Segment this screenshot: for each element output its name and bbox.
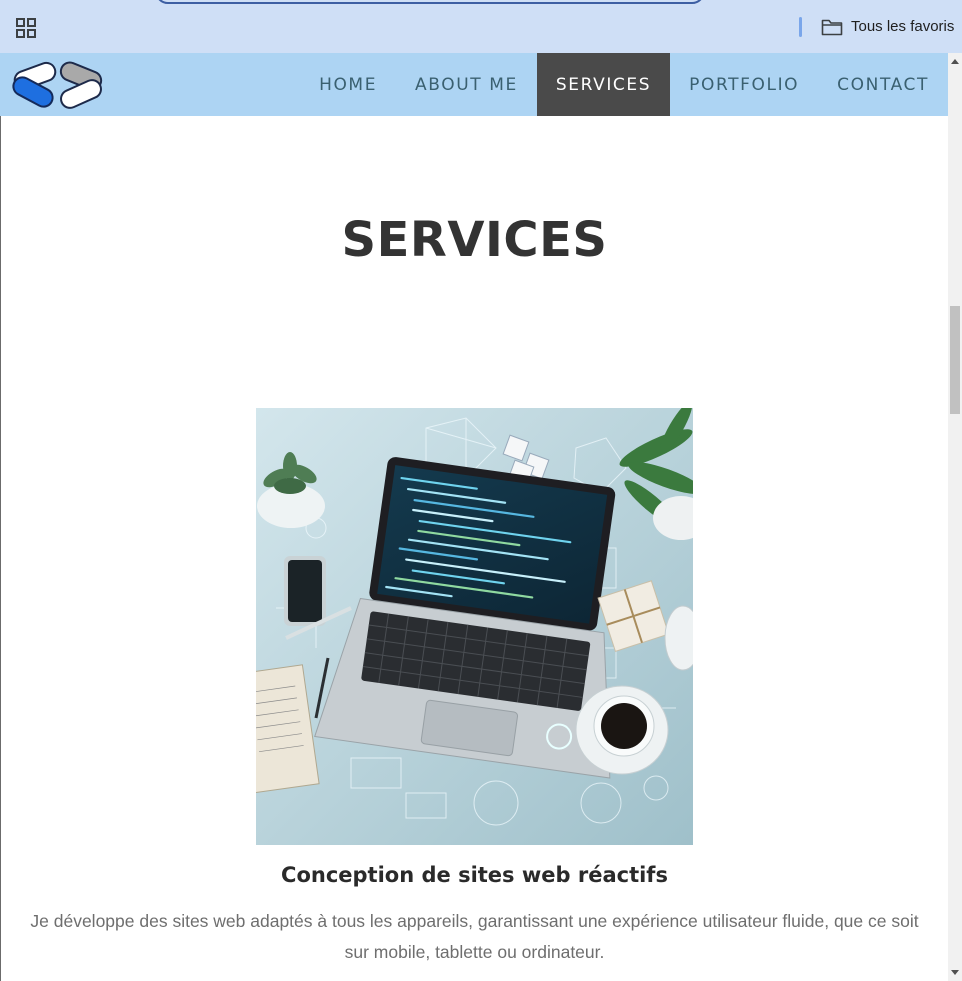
main-content: SERVICES Conception de sites web réactif… (1, 116, 948, 981)
nav-about-me[interactable]: ABOUT ME (396, 53, 537, 116)
service-image (256, 408, 693, 845)
page-scrollbar[interactable] (948, 53, 962, 981)
site-header: HOME ABOUT ME SERVICES PORTFOLIO CONTACT (0, 53, 948, 116)
main-nav: HOME ABOUT ME SERVICES PORTFOLIO CONTACT (300, 53, 948, 116)
nav-contact[interactable]: CONTACT (818, 53, 948, 116)
scrollbar-thumb[interactable] (950, 306, 960, 414)
nav-services[interactable]: SERVICES (536, 53, 671, 116)
service-description: Je développe des sites web adaptés à tou… (30, 911, 919, 962)
bookmarks-folder-label[interactable]: Tous les favoris (851, 18, 954, 35)
logo-icon[interactable] (10, 61, 108, 109)
nav-portfolio[interactable]: PORTFOLIO (670, 53, 818, 116)
service-title: Conception de sites web réactifs (281, 863, 668, 887)
apps-grid-icon[interactable] (16, 18, 36, 38)
bookmarks-bar: Tous les favoris (0, 0, 962, 53)
folder-icon[interactable] (821, 18, 843, 36)
bookmarks-separator (799, 17, 802, 37)
nav-home[interactable]: HOME (300, 53, 396, 116)
scroll-up-arrow-icon[interactable] (951, 59, 959, 64)
scroll-down-arrow-icon[interactable] (951, 970, 959, 975)
address-bar[interactable] (155, 0, 705, 4)
section-title: SERVICES (341, 212, 608, 268)
laptop-desk-illustration (256, 408, 693, 845)
